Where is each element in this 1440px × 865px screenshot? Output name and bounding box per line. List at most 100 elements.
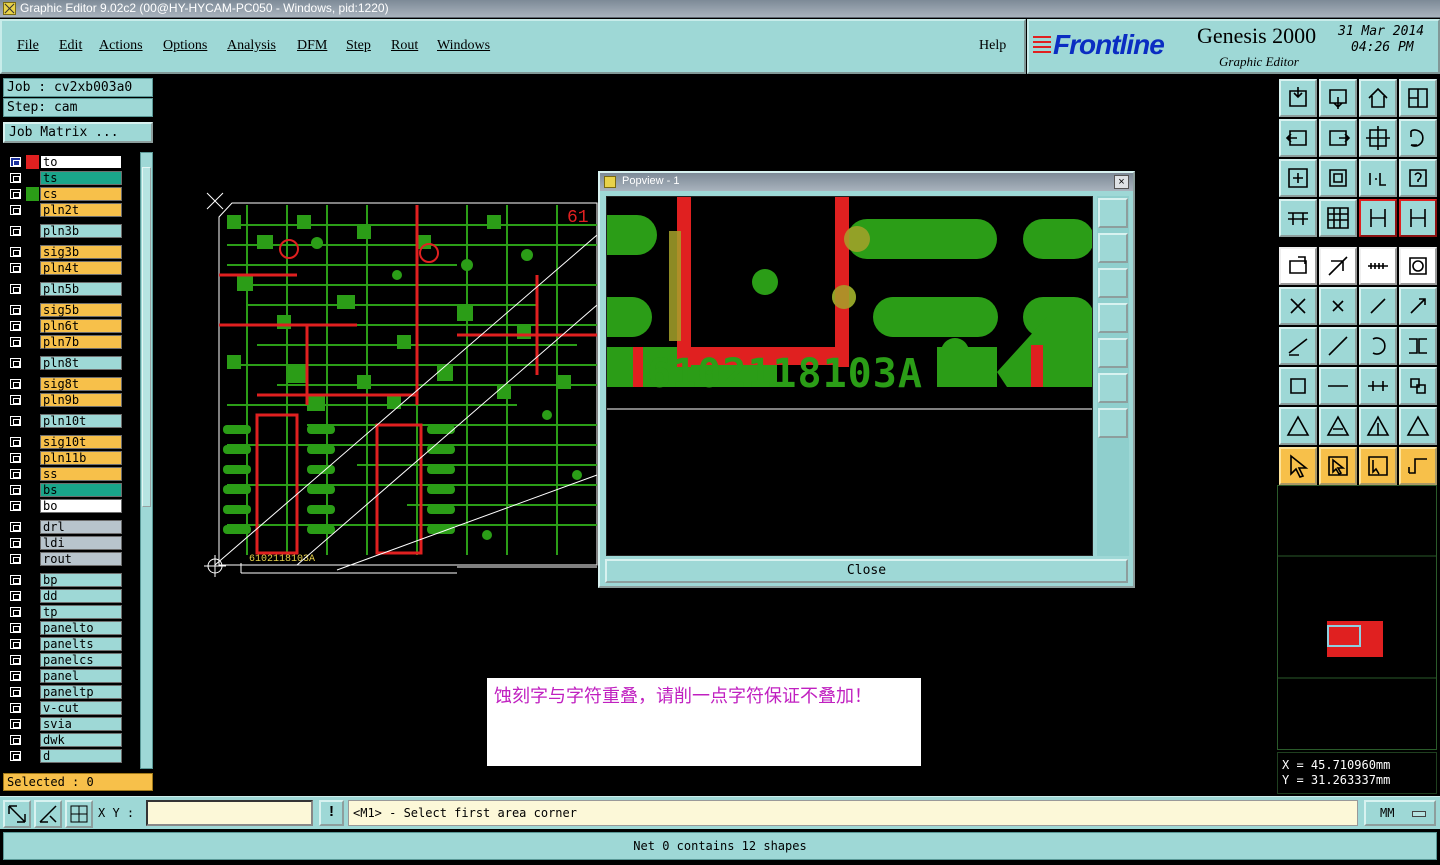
move-node-icon[interactable] [1399,287,1437,325]
select-area-icon[interactable] [1399,247,1437,285]
layer-name[interactable]: pln10t [40,414,122,428]
one-to-one-icon[interactable] [1359,159,1397,197]
layer-color-swatch[interactable] [26,319,39,333]
triangle-a-icon[interactable] [1279,407,1317,445]
layer-row-svia[interactable]: svia [3,716,139,731]
layer-row-tp[interactable]: tp [3,604,139,619]
layer-row-dwk[interactable]: dwk [3,732,139,747]
layer-row-pln10t[interactable]: pln10t [3,413,139,428]
layer-row-rout[interactable]: rout [3,551,139,566]
menu-dfm[interactable]: DFM [297,38,327,54]
layer-visibility-checkbox[interactable] [10,591,21,601]
layer-color-swatch[interactable] [26,520,39,534]
layer-color-swatch[interactable] [26,717,39,731]
pad-add-icon[interactable] [1279,367,1317,405]
popview-fit-profile-icon[interactable] [1098,408,1128,438]
fit-all-icon[interactable] [1279,159,1317,197]
layer-list-scrollbar[interactable] [140,152,153,769]
layer-row-bo[interactable]: bo [3,498,139,513]
layer-name[interactable]: pln11b [40,451,122,465]
layer-color-swatch[interactable] [26,499,39,513]
layer-visibility-checkbox[interactable] [10,358,21,368]
layer-visibility-checkbox[interactable] [10,671,21,681]
layer-name[interactable]: panelts [40,637,122,651]
menu-windows[interactable]: Windows [437,38,490,54]
job-matrix-button[interactable]: Job Matrix ... [3,122,153,143]
layer-color-swatch[interactable] [26,669,39,683]
layer-color-swatch[interactable] [26,393,39,407]
layer-color-swatch[interactable] [26,203,39,217]
layer-row-pln2t[interactable]: pln2t [3,202,139,217]
step-up-icon[interactable] [1279,79,1317,117]
layer-row-panel[interactable]: panel [3,668,139,683]
layer-row-pln3b[interactable]: pln3b [3,223,139,238]
layer-name[interactable]: pln8t [40,356,122,370]
layer-name[interactable]: rout [40,552,122,566]
layer-row-panelts[interactable]: panelts [3,636,139,651]
layer-visibility-checkbox[interactable] [10,437,21,447]
help-query-icon[interactable] [1399,159,1437,197]
layer-name[interactable]: v-cut [40,701,122,715]
layer-row-ss[interactable]: ss [3,466,139,481]
warning-button[interactable]: ! [319,800,344,826]
layer-visibility-checkbox[interactable] [10,469,21,479]
layer-visibility-checkbox[interactable] [10,607,21,617]
popview-close-x-button[interactable]: × [1114,175,1129,189]
add-node-icon[interactable] [1359,287,1397,325]
zoom-in-out-icon[interactable] [1359,119,1397,157]
layer-name[interactable]: cs [40,187,122,201]
layer-row-paneltp[interactable]: paneltp [3,684,139,699]
layer-visibility-checkbox[interactable] [10,173,21,183]
layer-color-swatch[interactable] [26,282,39,296]
pointer-alt-icon[interactable] [1359,447,1397,485]
layer-color-swatch[interactable] [26,224,39,238]
layer-name[interactable]: sig3b [40,245,122,259]
route-icon[interactable] [1399,447,1437,485]
redraw-icon[interactable] [1399,119,1437,157]
xy-input[interactable] [146,800,313,826]
layer-row-pln6t[interactable]: pln6t [3,318,139,333]
layer-name[interactable]: drl [40,520,122,534]
layer-visibility-checkbox[interactable] [10,416,21,426]
layer-visibility-checkbox[interactable] [10,157,21,167]
layer-name[interactable]: sig10t [40,435,122,449]
pointer-box-icon[interactable] [1319,447,1357,485]
layer-visibility-checkbox[interactable] [10,226,21,236]
layer-visibility-checkbox[interactable] [10,538,21,548]
layer-color-swatch[interactable] [26,155,39,169]
menu-rout[interactable]: Rout [391,38,418,54]
triangle-c-icon[interactable] [1359,407,1397,445]
menu-options[interactable]: Options [163,38,207,54]
layer-visibility-checkbox[interactable] [10,575,21,585]
layer-name[interactable]: bs [40,483,122,497]
layer-row-pln11b[interactable]: pln11b [3,450,139,465]
ruler-icon[interactable] [1359,247,1397,285]
layer-row-sig8t[interactable]: sig8t [3,376,139,391]
measure-mode-icon[interactable] [34,800,62,828]
popview-step-up-icon[interactable] [1098,233,1128,263]
layer-name[interactable]: sig8t [40,377,122,391]
layer-color-swatch[interactable] [26,187,39,201]
layer-name[interactable]: ldi [40,536,122,550]
layer-visibility-checkbox[interactable] [10,395,21,405]
layer-row-panelto[interactable]: panelto [3,620,139,635]
layer-row-bs[interactable]: bs [3,482,139,497]
layer-name[interactable]: pln6t [40,319,122,333]
layer-visibility-checkbox[interactable] [10,453,21,463]
layer-color-swatch[interactable] [26,536,39,550]
layer-color-swatch[interactable] [26,685,39,699]
layer-row-pln5b[interactable]: pln5b [3,281,139,296]
layer-color-swatch[interactable] [26,605,39,619]
layer-name[interactable]: panel [40,669,122,683]
snap-active-icon[interactable] [1399,199,1437,237]
layer-color-swatch[interactable] [26,749,39,763]
layer-color-swatch[interactable] [26,483,39,497]
select-line-icon[interactable] [1319,247,1357,285]
layer-color-swatch[interactable] [26,637,39,651]
connect-nodes-icon[interactable] [1279,287,1317,325]
pointer-icon[interactable] [1279,447,1317,485]
layer-visibility-checkbox[interactable] [10,485,21,495]
break-line-icon[interactable] [1319,367,1357,405]
layer-row-sig5b[interactable]: sig5b [3,302,139,317]
layer-name[interactable]: pln2t [40,203,122,217]
